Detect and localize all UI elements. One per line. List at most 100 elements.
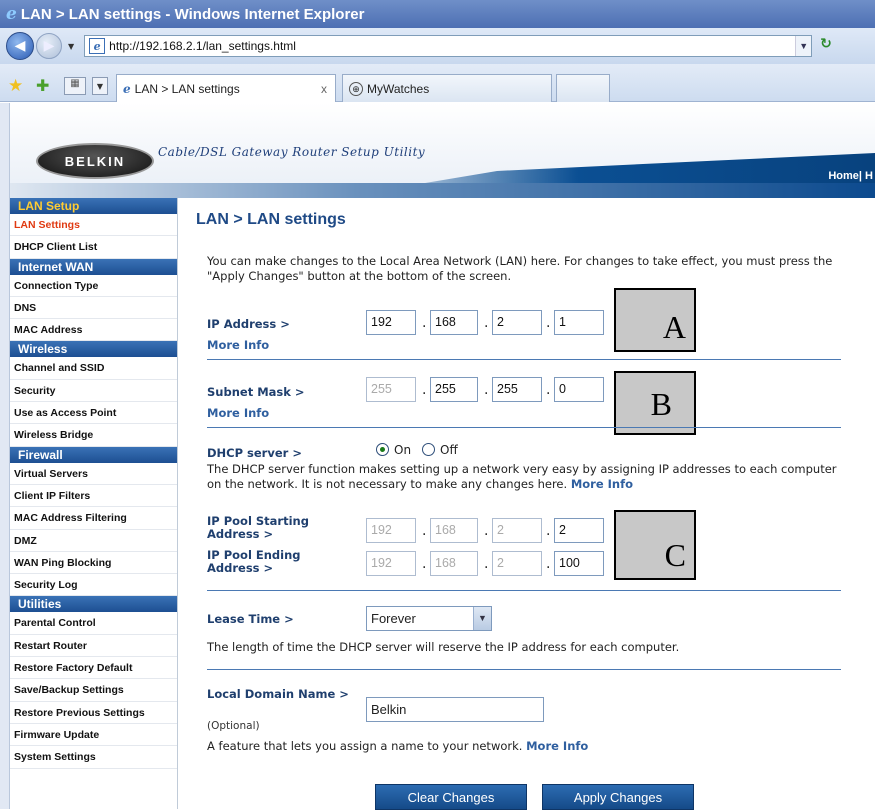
tab-mywatches[interactable]: ⊕ MyWatches [342, 74, 552, 102]
sidebar-section-utilities[interactable]: Utilities [10, 596, 177, 613]
separator [207, 590, 841, 591]
dhcp-on-radio[interactable] [376, 443, 389, 456]
sidebar-item-connection-type[interactable]: Connection Type [10, 275, 177, 297]
window-titlebar: e LAN > LAN settings - Windows Internet … [0, 0, 875, 28]
mask-dot: . [422, 382, 427, 398]
domain-more-info[interactable]: More Info [526, 739, 588, 753]
tab-close-icon[interactable]: x [321, 82, 327, 96]
pool-dot: . [484, 556, 489, 572]
main-content: LAN > LAN settings You can make changes … [196, 103, 875, 810]
pool-dot: . [484, 523, 489, 539]
sidebar-item-dhcp-client-list[interactable]: DHCP Client List [10, 236, 177, 259]
address-url[interactable]: http://192.168.2.1/lan_settings.html [109, 39, 795, 53]
window-title: LAN > LAN settings - Windows Internet Ex… [20, 5, 365, 23]
apply-changes-button[interactable]: Apply Changes [542, 784, 694, 810]
address-dropdown-icon[interactable]: ▼ [795, 36, 812, 56]
ip-dot: . [422, 315, 427, 331]
address-bar[interactable]: e http://192.168.2.1/lan_settings.html ▼ [84, 35, 813, 57]
intro-text: You can make changes to the Local Area N… [207, 254, 833, 283]
sidebar-item-parental-control[interactable]: Parental Control [10, 612, 177, 635]
pool-start-octet-1: 192 [366, 518, 416, 543]
dhcp-on-label[interactable]: On [394, 443, 411, 457]
sidebar-item-system-settings[interactable]: System Settings [10, 746, 177, 769]
sidebar-item-save-backup[interactable]: Save/Backup Settings [10, 679, 177, 702]
subnet-mask-more-info[interactable]: More Info [207, 406, 269, 420]
lease-time-select[interactable]: Forever ▼ [366, 606, 492, 631]
page-content: BELKIN Cable/DSL Gateway Router Setup Ut… [0, 103, 875, 810]
sidebar-item-security[interactable]: Security [10, 380, 177, 403]
ie-page-icon: e [123, 81, 131, 96]
sidebar-item-mac-filtering[interactable]: MAC Address Filtering [10, 507, 177, 530]
tab-list-dropdown-icon[interactable]: ▼ [92, 77, 108, 95]
refresh-icon[interactable]: ↻ [820, 36, 834, 56]
forward-button[interactable]: ▶ [36, 33, 62, 59]
new-tab-button[interactable] [556, 74, 610, 102]
clear-changes-button[interactable]: Clear Changes [375, 784, 527, 810]
domain-name-input[interactable]: Belkin [366, 697, 544, 722]
pool-end-octet-4[interactable]: 100 [554, 551, 604, 576]
ie-logo-icon: e [6, 4, 17, 24]
dhcp-off-label[interactable]: Off [440, 443, 458, 457]
back-button[interactable]: ◀ [6, 32, 34, 60]
mask-octet-4[interactable]: 0 [554, 377, 604, 402]
sidebar-item-firmware-update[interactable]: Firmware Update [10, 724, 177, 747]
sidebar-item-wan-ping-blocking[interactable]: WAN Ping Blocking [10, 552, 177, 575]
sidebar-item-channel-ssid[interactable]: Channel and SSID [10, 357, 177, 380]
pool-dot: . [422, 523, 427, 539]
lease-time-value: Forever [371, 611, 416, 626]
sidebar-item-restore-previous[interactable]: Restore Previous Settings [10, 702, 177, 724]
mask-dot: . [546, 382, 551, 398]
sidebar-item-client-ip-filters[interactable]: Client IP Filters [10, 485, 177, 508]
address-toolbar: ◀ ▶ ▼ e http://192.168.2.1/lan_settings.… [0, 28, 875, 64]
mask-octet-2[interactable]: 255 [430, 377, 478, 402]
ip-octet-4[interactable]: 1 [554, 310, 604, 335]
separator [207, 669, 841, 670]
pool-dot: . [422, 556, 427, 572]
ip-dot: . [546, 315, 551, 331]
ip-address-more-info[interactable]: More Info [207, 338, 269, 352]
dhcp-off-radio[interactable] [422, 443, 435, 456]
dhcp-description-text: The DHCP server function makes setting u… [207, 462, 837, 491]
mywatches-icon: ⊕ [349, 81, 363, 96]
sidebar-section-lan-setup[interactable]: LAN Setup [10, 198, 177, 214]
sidebar-item-restart-router[interactable]: Restart Router [10, 635, 177, 658]
pool-dot: . [546, 556, 551, 572]
add-favorite-icon[interactable]: ✚ [36, 76, 49, 95]
page-icon: e [89, 38, 106, 54]
sidebar-item-access-point[interactable]: Use as Access Point [10, 402, 177, 425]
pool-start-octet-3: 2 [492, 518, 542, 543]
tab-lan-settings[interactable]: e LAN > LAN settings x [116, 74, 336, 102]
sidebar-section-firewall[interactable]: Firewall [10, 446, 177, 463]
separator [207, 359, 841, 360]
sidebar-section-internet-wan[interactable]: Internet WAN [10, 258, 177, 275]
sidebar-item-virtual-servers[interactable]: Virtual Servers [10, 463, 177, 485]
quick-tabs-icon[interactable]: ▦ [64, 77, 86, 95]
ip-address-label: IP Address > [207, 317, 290, 331]
history-dropdown-icon[interactable]: ▼ [68, 42, 74, 51]
annotation-a: A [614, 288, 696, 352]
pool-end-octet-3: 2 [492, 551, 542, 576]
favorites-star-icon[interactable]: ★ [8, 76, 23, 96]
domain-name-label: Local Domain Name > [207, 687, 349, 701]
ip-octet-2[interactable]: 168 [430, 310, 478, 335]
sidebar-item-mac-address[interactable]: MAC Address [10, 319, 177, 342]
ip-octet-1[interactable]: 192 [366, 310, 416, 335]
lease-time-description: The length of time the DHCP server will … [207, 640, 680, 654]
pool-start-octet-4[interactable]: 2 [554, 518, 604, 543]
ip-dot: . [484, 315, 489, 331]
chevron-down-icon[interactable]: ▼ [473, 607, 491, 630]
sidebar-section-wireless[interactable]: Wireless [10, 341, 177, 358]
sidebar-item-wireless-bridge[interactable]: Wireless Bridge [10, 424, 177, 447]
sidebar-item-dns[interactable]: DNS [10, 297, 177, 320]
dhcp-more-info[interactable]: More Info [571, 477, 633, 491]
tab-label: MyWatches [367, 81, 430, 96]
mask-octet-3[interactable]: 255 [492, 377, 542, 402]
pool-end-octet-2: 168 [430, 551, 478, 576]
sidebar-nav: LAN Setup LAN Settings DHCP Client List … [10, 198, 178, 809]
sidebar-item-lan-settings[interactable]: LAN Settings [10, 214, 177, 237]
pool-dot: . [546, 523, 551, 539]
sidebar-item-security-log[interactable]: Security Log [10, 574, 177, 597]
sidebar-item-restore-factory[interactable]: Restore Factory Default [10, 657, 177, 680]
sidebar-item-dmz[interactable]: DMZ [10, 530, 177, 552]
ip-octet-3[interactable]: 2 [492, 310, 542, 335]
